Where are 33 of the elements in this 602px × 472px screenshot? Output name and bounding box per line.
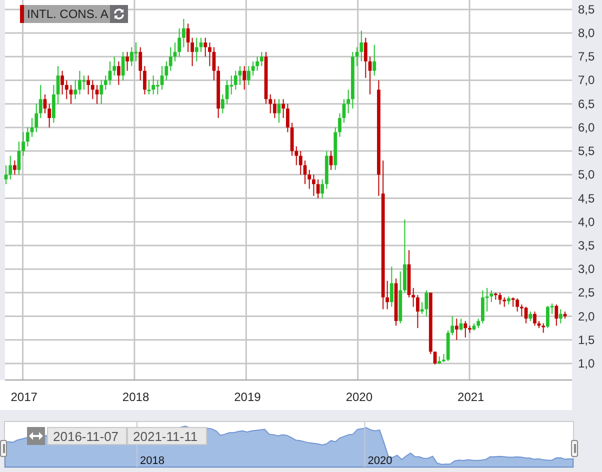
y-axis-label: 7,0 <box>578 73 595 88</box>
x-axis-label: 2020 <box>346 390 373 404</box>
y-axis-label: 4,5 <box>578 191 595 206</box>
start-date-field[interactable]: 2016-11-07 <box>47 427 127 445</box>
y-axis-label: 6,0 <box>578 120 595 134</box>
y-axis-label: 3,5 <box>578 238 595 252</box>
y-axis-label: 2,0 <box>578 309 595 324</box>
x-axis-label: 2018 <box>122 390 150 404</box>
y-axis-label: 5,0 <box>578 168 595 182</box>
refresh-icon <box>113 8 126 20</box>
range-button[interactable] <box>27 427 45 445</box>
y-axis-label: 8,0 <box>578 26 595 40</box>
range-handle[interactable] <box>0 440 7 457</box>
x-axis-label: 2020 <box>368 455 392 467</box>
y-axis-label: 5,5 <box>578 144 595 158</box>
y-axis-label: 8,5 <box>578 2 595 16</box>
end-date-field[interactable]: 2021-11-11 <box>127 427 207 445</box>
range-handle[interactable] <box>571 440 578 457</box>
y-axis-label: 6,5 <box>578 96 595 111</box>
x-axis-label: 2018 <box>140 455 164 467</box>
refresh-button[interactable] <box>110 5 128 23</box>
y-axis-label: 2,5 <box>578 286 595 300</box>
y-axis-label: 1,5 <box>578 332 595 347</box>
instrument-name: INTL. CONS. A <box>24 5 110 23</box>
y-axis-label: 1,0 <box>578 356 595 370</box>
y-axis-label: 3,0 <box>578 262 595 276</box>
x-axis-label: 2021 <box>458 390 484 404</box>
y-axis-label: 7,5 <box>578 50 595 64</box>
marker-bar <box>20 5 24 23</box>
x-axis-label: 2019 <box>234 390 261 404</box>
y-axis-label: 4,0 <box>578 214 595 229</box>
double-arrow-icon <box>29 432 43 440</box>
x-axis-label: 2017 <box>10 390 38 404</box>
